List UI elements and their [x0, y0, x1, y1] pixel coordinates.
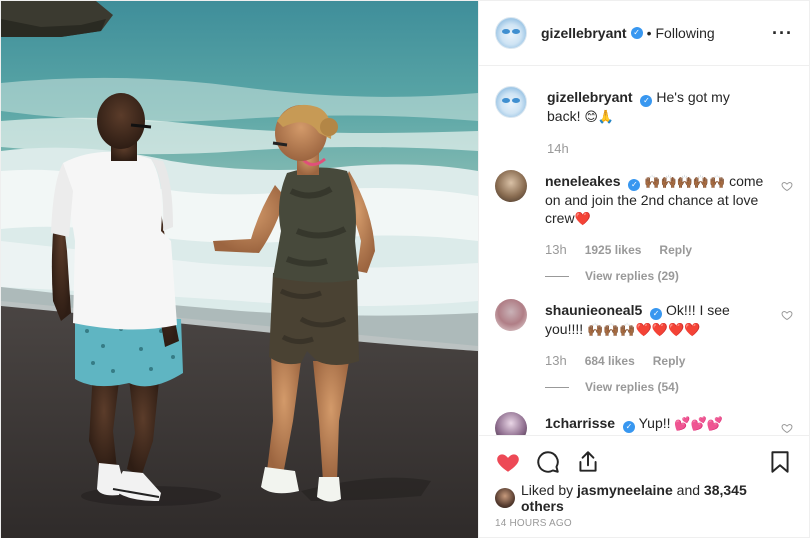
post-header: gizellebryant ✓ • Following ··· — [479, 1, 809, 66]
bookmark-icon[interactable] — [767, 449, 793, 475]
view-replies-label: View replies (29) — [585, 269, 679, 283]
commenter-avatar[interactable] — [495, 299, 527, 331]
post-actions — [479, 435, 809, 487]
comment-emojis: 🙌🏾🙌🏾🙌🏾🙌🏾🙌🏾 — [644, 174, 726, 189]
reply-button[interactable]: Reply — [653, 352, 686, 370]
author-username[interactable]: gizellebryant — [541, 25, 627, 41]
caption-username[interactable]: gizellebryant — [547, 89, 633, 105]
view-replies-button[interactable]: View replies (54) — [545, 378, 767, 396]
comment-icon[interactable] — [535, 449, 561, 475]
comment-like-heart-icon[interactable] — [781, 422, 793, 434]
verified-icon: ✓ — [630, 27, 643, 39]
comment-username[interactable]: shaunieoneal5 — [545, 302, 642, 318]
share-icon[interactable] — [575, 449, 601, 475]
liker-avatar[interactable] — [495, 488, 515, 508]
heart-icon[interactable] — [495, 449, 521, 475]
beach-photo-illustration — [1, 1, 478, 538]
header-dot-separator: • — [646, 25, 652, 41]
comment-emoji-suffix: 💕💕💕 — [674, 416, 723, 431]
caption: gizellebryant ✓ He's got my back! 😊🙏 14h — [495, 86, 793, 158]
following-button[interactable]: Following — [656, 25, 715, 41]
comment-like-heart-icon[interactable] — [781, 309, 793, 321]
comment-time[interactable]: 13h — [545, 352, 567, 370]
comments-list[interactable]: gizellebryant ✓ He's got my back! 😊🙏 14h… — [479, 66, 809, 435]
comment-likes[interactable]: 684 likes — [585, 352, 635, 370]
liked-by: Liked by jasmyneelaine and 38,345 others — [479, 482, 809, 514]
replies-divider — [545, 275, 569, 277]
comment-likes[interactable]: 1925 likes — [585, 241, 642, 259]
replies-divider — [545, 386, 569, 388]
comment-time[interactable]: 13h — [545, 241, 567, 259]
instagram-post: gizellebryant ✓ • Following ··· gizelleb… — [0, 0, 810, 538]
verified-icon: ✓ — [640, 95, 653, 107]
author-avatar[interactable] — [495, 17, 527, 49]
more-icon[interactable]: ··· — [772, 23, 793, 44]
view-replies-button[interactable]: View replies (29) — [545, 267, 767, 285]
comment-like-heart-icon[interactable] — [781, 180, 793, 192]
verified-icon: ✓ — [622, 421, 635, 433]
comment-item: 1charrisse ✓ Yup!! 💕💕💕 — [495, 412, 793, 435]
reply-button[interactable]: Reply — [659, 241, 692, 259]
view-replies-label: View replies (54) — [585, 380, 679, 394]
caption-emojis: 😊🙏 — [584, 109, 615, 124]
commenter-avatar[interactable] — [495, 170, 527, 202]
post-side-panel: gizellebryant ✓ • Following ··· gizelleb… — [478, 1, 809, 538]
post-timestamp[interactable]: 14 HOURS AGO — [479, 509, 809, 538]
comment-username[interactable]: neneleakes — [545, 173, 621, 189]
verified-icon: ✓ — [628, 179, 641, 191]
comment-username[interactable]: 1charrisse — [545, 415, 615, 431]
comment-item: neneleakes ✓ 🙌🏾🙌🏾🙌🏾🙌🏾🙌🏾 come on and join… — [495, 170, 793, 285]
comment-item: shaunieoneal5 ✓ Ok!!! I see you!!!! 🙌🏾🙌🏾… — [495, 299, 793, 396]
post-photo[interactable] — [1, 1, 478, 538]
caption-avatar[interactable] — [495, 86, 527, 118]
commenter-avatar[interactable] — [495, 412, 527, 435]
verified-icon: ✓ — [650, 308, 663, 320]
comment-emoji-suffix: ❤️ — [574, 211, 591, 226]
comment-text: Yup!! — [638, 415, 671, 431]
caption-time[interactable]: 14h — [547, 140, 569, 158]
comment-emoji-suffix: 🙌🏾🙌🏾🙌🏾❤️❤️❤️❤️ — [587, 322, 701, 337]
